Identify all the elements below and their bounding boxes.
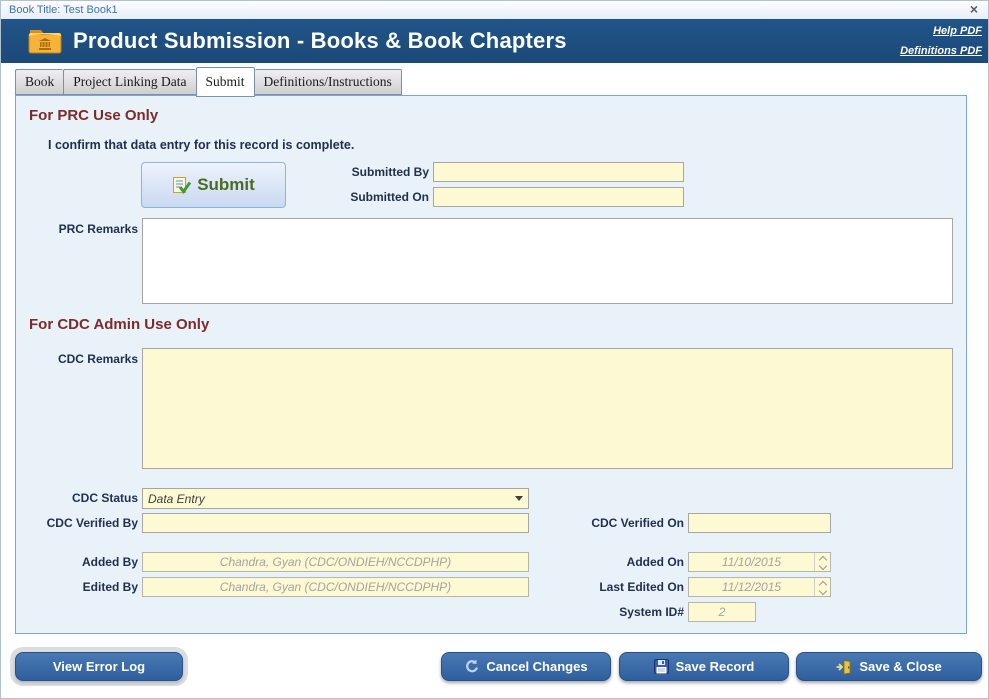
submit-button-label: Submit xyxy=(197,175,255,195)
save-close-button[interactable]: Save & Close xyxy=(796,652,982,681)
door-exit-icon xyxy=(836,659,852,675)
submit-button[interactable]: Submit xyxy=(141,162,286,208)
view-error-log-label: View Error Log xyxy=(53,659,145,674)
spinner-down-icon[interactable] xyxy=(815,562,830,571)
page-title: Product Submission - Books & Book Chapte… xyxy=(73,28,567,54)
system-id-input xyxy=(688,602,756,622)
note-check-icon xyxy=(172,176,191,195)
header-banner: Product Submission - Books & Book Chapte… xyxy=(1,19,988,63)
chevron-down-icon xyxy=(510,496,528,501)
spinner-down-icon[interactable] xyxy=(815,587,830,596)
tab-submit[interactable]: Submit xyxy=(196,67,255,97)
title-bar: Book Title: Test Book1 × xyxy=(1,1,988,19)
last-edited-on-datefield xyxy=(688,577,831,597)
tab-project-linking-data[interactable]: Project Linking Data xyxy=(63,69,195,95)
last-edited-on-input xyxy=(689,578,814,596)
cdc-section-heading: For CDC Admin Use Only xyxy=(29,316,209,333)
submitted-on-input[interactable] xyxy=(433,187,684,207)
last-edited-on-label: Last Edited On xyxy=(531,577,684,597)
added-by-label: Added By xyxy=(21,552,138,572)
last-edited-on-spinner[interactable] xyxy=(814,578,830,596)
cdc-status-label: CDC Status xyxy=(21,488,138,508)
save-record-label: Save Record xyxy=(676,659,755,674)
confirm-statement: I confirm that data entry for this recor… xyxy=(48,138,354,152)
tab-strip: Book Project Linking Data Submit Definit… xyxy=(15,69,402,95)
floppy-disk-icon xyxy=(654,659,669,674)
tab-definitions-instructions[interactable]: Definitions/Instructions xyxy=(255,69,402,95)
submitted-by-input[interactable] xyxy=(433,162,684,182)
help-pdf-link[interactable]: Help PDF xyxy=(900,21,982,41)
cancel-changes-label: Cancel Changes xyxy=(486,659,587,674)
close-icon[interactable]: × xyxy=(970,1,978,18)
cdc-status-value: Data Entry xyxy=(143,492,510,506)
prc-section-heading: For PRC Use Only xyxy=(29,107,158,124)
cdc-verified-on-input[interactable] xyxy=(688,513,831,533)
added-on-datefield xyxy=(688,552,831,572)
cdc-verified-on-label: CDC Verified On xyxy=(531,513,684,533)
undo-icon xyxy=(464,659,479,674)
cancel-changes-button[interactable]: Cancel Changes xyxy=(441,652,611,681)
cdc-verified-by-input[interactable] xyxy=(142,513,529,533)
cdc-verified-by-label: CDC Verified By xyxy=(21,513,138,533)
cdc-status-select[interactable]: Data Entry xyxy=(142,488,529,509)
submitted-by-label: Submitted By xyxy=(281,162,429,182)
window-title: Book Title: Test Book1 xyxy=(1,4,118,16)
cdc-remarks-textarea[interactable] xyxy=(142,348,953,469)
application-window: Book Title: Test Book1 × Product Submiss… xyxy=(0,0,989,699)
save-record-button[interactable]: Save Record xyxy=(619,652,789,681)
prc-remarks-textarea[interactable] xyxy=(142,218,953,304)
added-on-spinner[interactable] xyxy=(814,553,830,571)
cdc-remarks-label: CDC Remarks xyxy=(21,349,138,369)
system-id-label: System ID# xyxy=(531,602,684,622)
prc-remarks-label: PRC Remarks xyxy=(21,219,138,239)
added-on-input xyxy=(689,553,814,571)
added-by-input xyxy=(142,552,529,572)
tab-book[interactable]: Book xyxy=(15,69,63,95)
save-close-label: Save & Close xyxy=(859,659,941,674)
added-on-label: Added On xyxy=(531,552,684,572)
edited-by-input xyxy=(142,577,529,597)
submitted-on-label: Submitted On xyxy=(281,187,429,207)
definitions-pdf-link[interactable]: Definitions PDF xyxy=(900,41,982,61)
folder-icon xyxy=(27,26,63,56)
view-error-log-button[interactable]: View Error Log xyxy=(15,652,183,681)
edited-by-label: Edited By xyxy=(21,577,138,597)
